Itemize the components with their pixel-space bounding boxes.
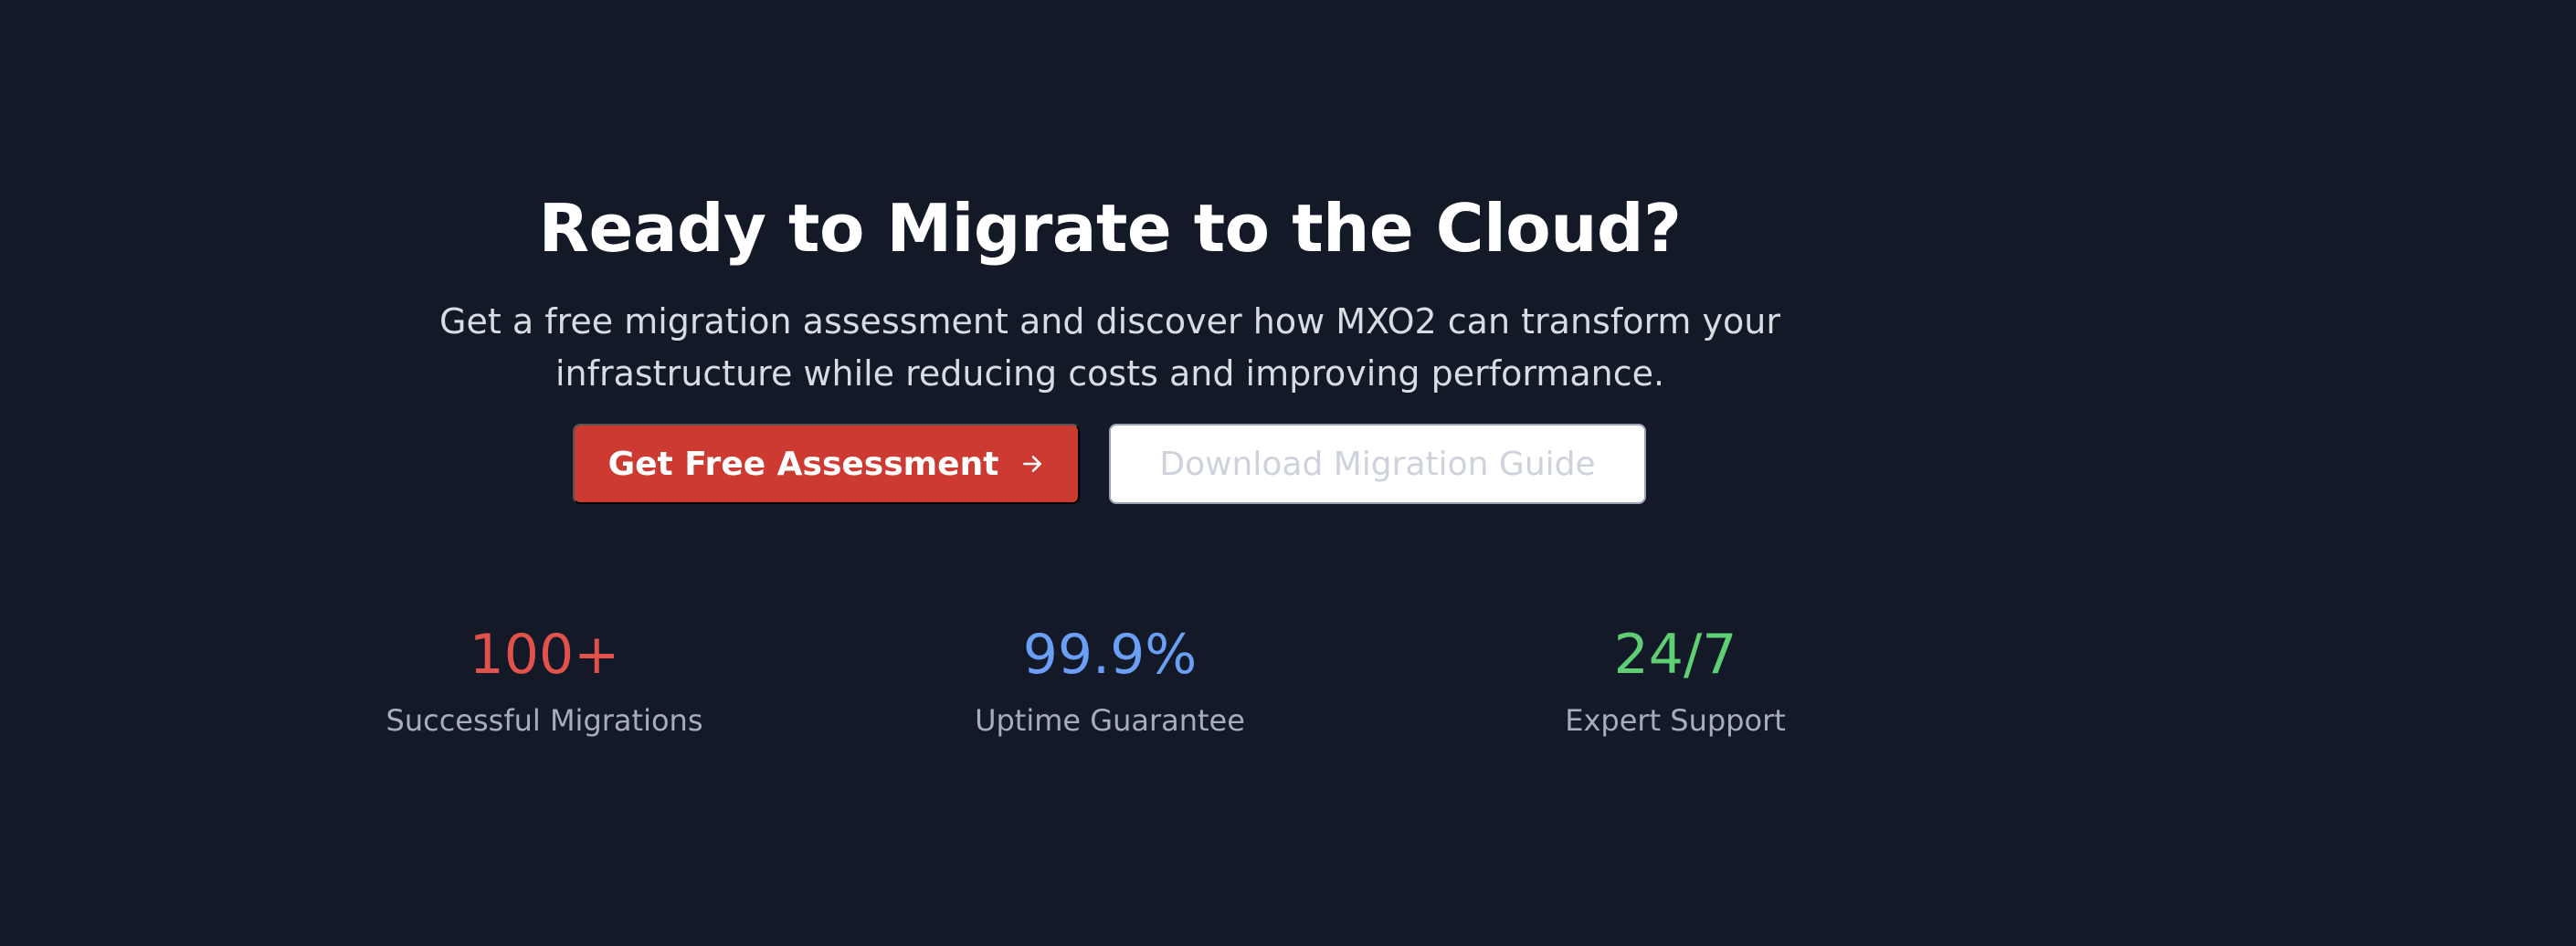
download-migration-guide-button[interactable]: Download Migration Guide bbox=[1109, 424, 1646, 504]
stat-value: 100+ bbox=[469, 623, 620, 687]
cta-section: Ready to Migrate to the Cloud? Get a fre… bbox=[0, 0, 2220, 946]
arrow-right-icon bbox=[1023, 456, 1042, 472]
get-free-assessment-button[interactable]: Get Free Assessment bbox=[573, 424, 1080, 504]
download-migration-guide-label: Download Migration Guide bbox=[1159, 445, 1596, 483]
stat-expert-support: 24/7 Expert Support bbox=[1447, 617, 1904, 741]
stat-value: 99.9% bbox=[1022, 623, 1198, 687]
stat-label: Uptime Guarantee bbox=[975, 703, 1245, 738]
stat-successful-migrations: 100+ Successful Migrations bbox=[316, 617, 773, 741]
cta-headline: Ready to Migrate to the Cloud? bbox=[538, 190, 1682, 268]
stat-value: 24/7 bbox=[1613, 623, 1737, 687]
cta-subtitle: Get a free migration assessment and disc… bbox=[439, 301, 1780, 394]
get-free-assessment-label: Get Free Assessment bbox=[607, 445, 999, 483]
stat-label: Successful Migrations bbox=[385, 703, 703, 738]
stat-uptime-guarantee: 99.9% Uptime Guarantee bbox=[882, 617, 1338, 741]
stat-label: Expert Support bbox=[1565, 703, 1786, 738]
